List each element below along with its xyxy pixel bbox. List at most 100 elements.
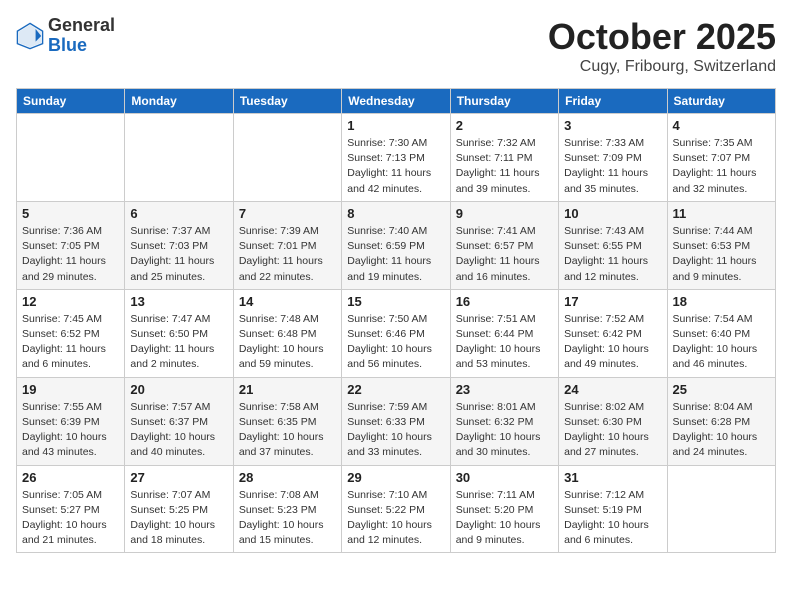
week-row-3: 12 Sunrise: 7:45 AMSunset: 6:52 PMDayligh… xyxy=(17,289,776,377)
day-cell: 24Sunrise: 8:02 AMSunset: 6:30 PMDayligh… xyxy=(559,377,667,465)
day-cell: 10Sunrise: 7:43 AMSunset: 6:55 PMDayligh… xyxy=(559,201,667,289)
day-cell: 27Sunrise: 7:07 AMSunset: 5:25 PMDayligh… xyxy=(125,465,233,553)
day-number: 5 xyxy=(22,206,119,221)
day-info: Sunrise: 7:45 AMSunset: 6:52 PMDaylight:… xyxy=(22,312,119,373)
day-info: Sunrise: 7:50 AMSunset: 6:46 PMDaylight:… xyxy=(347,312,444,373)
day-info: Sunrise: 7:30 AMSunset: 7:13 PMDaylight:… xyxy=(347,136,444,197)
day-cell: 28 Sunrise: 7:08 AMSunset: 5:23 PMDayligh… xyxy=(233,465,341,553)
day-cell: 26Sunrise: 7:05 AMSunset: 5:27 PMDayligh… xyxy=(17,465,125,553)
day-number: 11 xyxy=(673,206,770,221)
day-number: 26 xyxy=(22,470,119,485)
day-number: 12 xyxy=(22,294,119,309)
weekday-header-row: SundayMondayTuesdayWednesdayThursdayFrid… xyxy=(17,89,776,114)
day-cell xyxy=(125,114,233,202)
day-info: Sunrise: 7:59 AMSunset: 6:33 PMDaylight:… xyxy=(347,400,444,461)
weekday-monday: Monday xyxy=(125,89,233,114)
weekday-saturday: Saturday xyxy=(667,89,775,114)
day-number: 1 xyxy=(347,118,444,133)
day-number: 16 xyxy=(456,294,553,309)
day-number: 9 xyxy=(456,206,553,221)
day-number: 21 xyxy=(239,382,336,397)
day-info: Sunrise: 7:10 AMSunset: 5:22 PMDaylight:… xyxy=(347,488,444,549)
day-number: 29 xyxy=(347,470,444,485)
day-cell: 13 Sunrise: 7:47 AMSunset: 6:50 PMDayligh… xyxy=(125,289,233,377)
day-info: Sunrise: 8:04 AMSunset: 6:28 PMDaylight:… xyxy=(673,400,770,461)
day-cell: 22 Sunrise: 7:59 AMSunset: 6:33 PMDayligh… xyxy=(342,377,450,465)
day-number: 30 xyxy=(456,470,553,485)
day-number: 28 xyxy=(239,470,336,485)
weekday-sunday: Sunday xyxy=(17,89,125,114)
day-cell: 16 Sunrise: 7:51 AMSunset: 6:44 PMDayligh… xyxy=(450,289,558,377)
logo-general: General xyxy=(48,16,115,36)
day-info: Sunrise: 7:36 AMSunset: 7:05 PMDaylight:… xyxy=(22,224,119,285)
day-info: Sunrise: 7:44 AMSunset: 6:53 PMDaylight:… xyxy=(673,224,770,285)
weekday-tuesday: Tuesday xyxy=(233,89,341,114)
day-number: 24 xyxy=(564,382,661,397)
day-cell: 12 Sunrise: 7:45 AMSunset: 6:52 PMDayligh… xyxy=(17,289,125,377)
day-cell xyxy=(17,114,125,202)
day-info: Sunrise: 7:52 AMSunset: 6:42 PMDaylight:… xyxy=(564,312,661,373)
day-number: 20 xyxy=(130,382,227,397)
day-cell: 30 Sunrise: 7:11 AMSunset: 5:20 PMDayligh… xyxy=(450,465,558,553)
day-info: Sunrise: 8:01 AMSunset: 6:32 PMDaylight:… xyxy=(456,400,553,461)
day-cell: 31Sunrise: 7:12 AMSunset: 5:19 PMDayligh… xyxy=(559,465,667,553)
day-cell: 14 Sunrise: 7:48 AMSunset: 6:48 PMDayligh… xyxy=(233,289,341,377)
day-cell: 17 Sunrise: 7:52 AMSunset: 6:42 PMDayligh… xyxy=(559,289,667,377)
day-number: 22 xyxy=(347,382,444,397)
day-info: Sunrise: 7:08 AMSunset: 5:23 PMDaylight:… xyxy=(239,488,336,549)
day-number: 18 xyxy=(673,294,770,309)
week-row-5: 26Sunrise: 7:05 AMSunset: 5:27 PMDayligh… xyxy=(17,465,776,553)
day-info: Sunrise: 7:47 AMSunset: 6:50 PMDaylight:… xyxy=(130,312,227,373)
day-number: 13 xyxy=(130,294,227,309)
day-info: Sunrise: 7:37 AMSunset: 7:03 PMDaylight:… xyxy=(130,224,227,285)
day-cell: 15 Sunrise: 7:50 AMSunset: 6:46 PMDayligh… xyxy=(342,289,450,377)
day-info: Sunrise: 7:39 AMSunset: 7:01 PMDaylight:… xyxy=(239,224,336,285)
week-row-1: 1 Sunrise: 7:30 AMSunset: 7:13 PMDaylight… xyxy=(17,114,776,202)
day-info: Sunrise: 7:07 AMSunset: 5:25 PMDaylight:… xyxy=(130,488,227,549)
day-number: 4 xyxy=(673,118,770,133)
day-info: Sunrise: 7:55 AMSunset: 6:39 PMDaylight:… xyxy=(22,400,119,461)
page-header: General Blue October 2025 Cugy, Fribourg… xyxy=(16,16,776,76)
day-cell: 1 Sunrise: 7:30 AMSunset: 7:13 PMDaylight… xyxy=(342,114,450,202)
day-info: Sunrise: 7:54 AMSunset: 6:40 PMDaylight:… xyxy=(673,312,770,373)
day-number: 17 xyxy=(564,294,661,309)
weekday-thursday: Thursday xyxy=(450,89,558,114)
day-number: 14 xyxy=(239,294,336,309)
week-row-2: 5 Sunrise: 7:36 AMSunset: 7:05 PMDaylight… xyxy=(17,201,776,289)
day-number: 23 xyxy=(456,382,553,397)
day-info: Sunrise: 7:33 AMSunset: 7:09 PMDaylight:… xyxy=(564,136,661,197)
day-number: 15 xyxy=(347,294,444,309)
day-cell: 3Sunrise: 7:33 AMSunset: 7:09 PMDaylight… xyxy=(559,114,667,202)
day-info: Sunrise: 7:12 AMSunset: 5:19 PMDaylight:… xyxy=(564,488,661,549)
day-cell: 11 Sunrise: 7:44 AMSunset: 6:53 PMDayligh… xyxy=(667,201,775,289)
day-cell xyxy=(233,114,341,202)
day-number: 25 xyxy=(673,382,770,397)
day-cell: 29 Sunrise: 7:10 AMSunset: 5:22 PMDayligh… xyxy=(342,465,450,553)
day-info: Sunrise: 7:35 AMSunset: 7:07 PMDaylight:… xyxy=(673,136,770,197)
day-number: 6 xyxy=(130,206,227,221)
day-cell: 21Sunrise: 7:58 AMSunset: 6:35 PMDayligh… xyxy=(233,377,341,465)
title-block: October 2025 Cugy, Fribourg, Switzerland xyxy=(548,16,776,76)
calendar: SundayMondayTuesdayWednesdayThursdayFrid… xyxy=(16,88,776,553)
day-info: Sunrise: 7:48 AMSunset: 6:48 PMDaylight:… xyxy=(239,312,336,373)
day-info: Sunrise: 7:11 AMSunset: 5:20 PMDaylight:… xyxy=(456,488,553,549)
week-row-4: 19Sunrise: 7:55 AMSunset: 6:39 PMDayligh… xyxy=(17,377,776,465)
day-info: Sunrise: 7:51 AMSunset: 6:44 PMDaylight:… xyxy=(456,312,553,373)
logo: General Blue xyxy=(16,16,115,56)
day-cell: 8 Sunrise: 7:40 AMSunset: 6:59 PMDaylight… xyxy=(342,201,450,289)
logo-text: General Blue xyxy=(48,16,115,56)
day-cell: 23 Sunrise: 8:01 AMSunset: 6:32 PMDayligh… xyxy=(450,377,558,465)
day-cell: 19Sunrise: 7:55 AMSunset: 6:39 PMDayligh… xyxy=(17,377,125,465)
day-number: 2 xyxy=(456,118,553,133)
day-info: Sunrise: 7:41 AMSunset: 6:57 PMDaylight:… xyxy=(456,224,553,285)
day-number: 10 xyxy=(564,206,661,221)
month-title: October 2025 xyxy=(548,16,776,58)
day-cell: 18 Sunrise: 7:54 AMSunset: 6:40 PMDayligh… xyxy=(667,289,775,377)
day-cell: 6 Sunrise: 7:37 AMSunset: 7:03 PMDaylight… xyxy=(125,201,233,289)
location: Cugy, Fribourg, Switzerland xyxy=(548,58,776,76)
day-number: 8 xyxy=(347,206,444,221)
day-cell: 5 Sunrise: 7:36 AMSunset: 7:05 PMDaylight… xyxy=(17,201,125,289)
day-info: Sunrise: 7:40 AMSunset: 6:59 PMDaylight:… xyxy=(347,224,444,285)
day-cell: 7 Sunrise: 7:39 AMSunset: 7:01 PMDaylight… xyxy=(233,201,341,289)
day-number: 7 xyxy=(239,206,336,221)
